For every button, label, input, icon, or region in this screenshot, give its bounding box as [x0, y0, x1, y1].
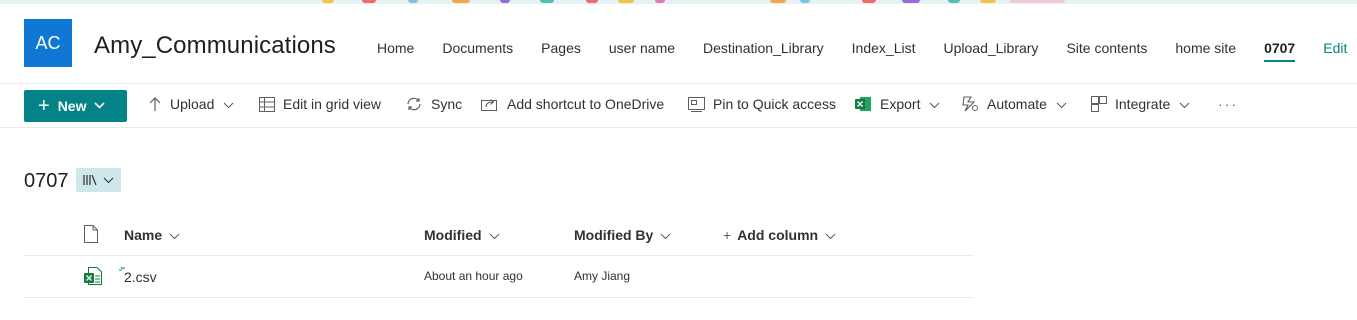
column-header-label: Modified By — [574, 227, 654, 243]
nav-item-destination-library[interactable]: Destination_Library — [689, 40, 838, 62]
nav-edit-link[interactable]: Edit — [1309, 40, 1357, 62]
excel-icon — [855, 97, 871, 111]
document-icon — [84, 225, 98, 243]
modified-cell: About an hour ago — [424, 269, 523, 283]
nav-item-label: Destination_Library — [703, 40, 824, 56]
new-button[interactable]: + New — [24, 90, 127, 122]
upload-button-label: Upload — [170, 96, 215, 112]
column-header-name[interactable]: Name — [124, 227, 180, 243]
nav-item-home-site[interactable]: home site — [1161, 40, 1250, 62]
add-shortcut-label: Add shortcut to OneDrive — [507, 96, 665, 112]
modified-by-cell[interactable]: Amy Jiang — [574, 269, 630, 283]
nav-item-label: Upload_Library — [943, 40, 1039, 56]
top-navigation: Home Documents Pages user name Destinati… — [363, 40, 1357, 62]
add-column-label: Add column — [737, 227, 819, 243]
nav-item-documents[interactable]: Documents — [428, 40, 527, 62]
chevron-down-icon — [1056, 96, 1075, 112]
integrate-icon — [1091, 96, 1107, 112]
chevron-down-icon — [929, 96, 948, 112]
chevron-down-icon — [169, 227, 180, 243]
pin-icon — [688, 96, 705, 112]
chevron-down-icon — [94, 101, 106, 112]
library-view-icon — [83, 174, 97, 186]
nav-item-label: Index_List — [851, 40, 916, 56]
command-bar: + New Upload Edit in grid view Sync Add … — [0, 84, 1357, 128]
plus-icon: + — [723, 227, 732, 243]
chevron-down-icon — [103, 177, 114, 183]
nav-edit-label: Edit — [1323, 40, 1348, 56]
sync-icon — [407, 97, 421, 111]
nav-item-label: Pages — [541, 40, 581, 56]
plus-icon: + — [38, 95, 50, 117]
nav-item-label: home site — [1175, 40, 1237, 56]
chevron-down-icon — [489, 227, 500, 243]
nav-item-label: Home — [377, 40, 415, 56]
nav-item-user-name[interactable]: user name — [595, 40, 689, 62]
nav-item-site-contents[interactable]: Site contents — [1052, 40, 1161, 62]
edit-in-grid-view-button[interactable]: Edit in grid view — [259, 96, 381, 112]
nav-item-pages[interactable]: Pages — [527, 40, 595, 62]
chevron-down-icon — [1179, 96, 1198, 112]
add-column-button[interactable]: + Add column — [723, 227, 836, 243]
automate-icon — [962, 96, 978, 112]
grid-icon — [259, 96, 275, 112]
file-type-column-header[interactable] — [84, 225, 98, 248]
export-button-label: Export — [880, 96, 921, 112]
shortcut-icon — [481, 99, 497, 111]
upload-icon — [149, 97, 161, 111]
integrate-button-label: Integrate — [1115, 96, 1171, 112]
pin-to-quick-access-button[interactable]: Pin to Quick access — [688, 96, 836, 112]
view-options-button[interactable] — [76, 168, 121, 192]
nav-item-label: Documents — [442, 40, 514, 56]
sync-button-label: Sync — [431, 96, 463, 112]
automate-button[interactable]: Automate — [962, 96, 1075, 112]
nav-item-label: Site contents — [1066, 40, 1148, 56]
list-item[interactable]: 2.csv About an hour ago Amy Jiang — [24, 256, 974, 298]
library-title: 0707 — [24, 170, 69, 192]
add-shortcut-to-onedrive-button[interactable]: Add shortcut to OneDrive — [481, 96, 664, 112]
automate-button-label: Automate — [987, 96, 1047, 112]
edit-in-grid-view-label: Edit in grid view — [283, 96, 382, 112]
chevron-down-icon — [825, 227, 836, 243]
new-button-label: New — [57, 98, 87, 114]
export-button[interactable]: Export — [855, 96, 948, 112]
site-logo[interactable]: AC — [24, 19, 72, 67]
column-header-label: Modified — [424, 227, 482, 243]
nav-item-upload-library[interactable]: Upload_Library — [929, 40, 1052, 62]
nav-item-label: 0707 — [1264, 40, 1296, 62]
file-name-link[interactable]: 2.csv — [124, 269, 157, 285]
column-header-modified[interactable]: Modified — [424, 227, 500, 243]
site-logo-initials: AC — [35, 32, 61, 53]
site-header: AC Amy_Communications Home Documents Pag… — [0, 4, 1357, 84]
more-options-button[interactable]: ··· — [1218, 96, 1238, 112]
chevron-down-icon — [223, 96, 242, 112]
pin-to-quick-access-label: Pin to Quick access — [713, 96, 836, 112]
column-header-modified-by[interactable]: Modified By — [574, 227, 671, 243]
nav-item-label: user name — [608, 40, 676, 56]
nav-item-0707[interactable]: 0707 — [1250, 40, 1309, 62]
upload-button[interactable]: Upload — [148, 96, 242, 112]
chevron-down-icon — [660, 227, 671, 243]
excel-csv-icon — [84, 267, 102, 290]
integrate-button[interactable]: Integrate — [1091, 96, 1198, 112]
column-header-label: Name — [124, 227, 163, 243]
sync-button[interactable]: Sync — [405, 96, 462, 112]
site-title[interactable]: Amy_Communications — [94, 32, 336, 60]
nav-item-index-list[interactable]: Index_List — [838, 40, 930, 62]
nav-item-home[interactable]: Home — [363, 40, 428, 62]
list-header: Name Modified Modified By + Add column — [24, 214, 974, 256]
